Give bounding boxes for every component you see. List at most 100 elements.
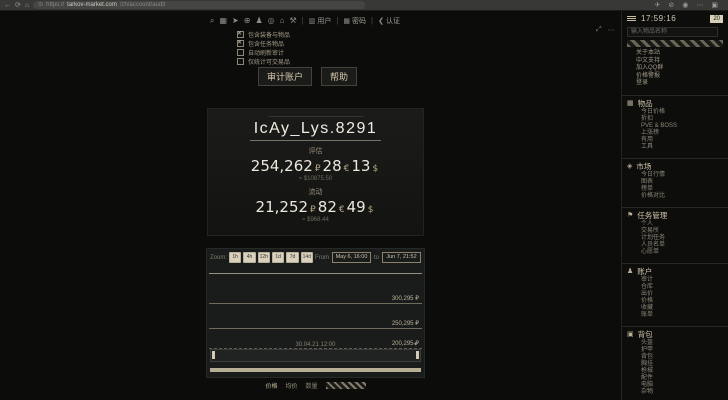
url-bar[interactable]: ⊙ https://tarkov-market.com/zh/account/a…	[33, 1, 365, 9]
back-icon[interactable]: ←	[4, 2, 11, 9]
section-header[interactable]: ⚑ 任务管理	[622, 211, 728, 221]
sidebar-item[interactable]: 头盔	[622, 340, 728, 347]
spark-icon: ✦	[413, 341, 418, 348]
sidebar-item[interactable]: 榜单	[622, 186, 728, 193]
extension-icon[interactable]: ◉	[682, 2, 688, 9]
legend-item-price[interactable]: 价格	[265, 381, 277, 390]
audit-checkbox[interactable]: 仅统计可交易品	[237, 57, 290, 66]
slider-track[interactable]	[210, 368, 421, 372]
legend-item-average[interactable]: 均价	[285, 381, 297, 390]
grid-icon[interactable]: ▦	[219, 16, 227, 26]
notification-badge[interactable]: 20	[710, 15, 723, 23]
sidebar-item[interactable]: 电脑	[622, 382, 728, 389]
extension-icon[interactable]: ✈	[655, 2, 661, 9]
date-range-controls: From May 6, 16:00 to Jun 7, 21:52	[315, 252, 421, 263]
section-header[interactable]: ♟ 账户	[622, 267, 728, 277]
sidebar-item[interactable]: 背包	[622, 354, 728, 361]
expand-icon[interactable]: ⤢	[596, 26, 602, 34]
zoom-preset-button[interactable]: 1h	[229, 252, 241, 263]
sidebar-item[interactable]: 今日行情	[622, 172, 728, 179]
estimate-values: 254,262₽28€13$	[208, 157, 423, 175]
estimate-label: 评估	[208, 146, 423, 156]
audit-checkbox[interactable]: 包含任务物品	[237, 39, 290, 48]
refresh-icon[interactable]: ⟳	[15, 2, 21, 9]
audit-checkbox[interactable]: 自动刷新审计	[237, 48, 290, 57]
window-icon[interactable]: ▣	[711, 2, 718, 9]
sidebar-item[interactable]: 人员名单	[622, 242, 728, 249]
sidebar-item[interactable]: 上涨榜	[622, 130, 728, 137]
zoom-preset-button[interactable]: 12h	[258, 252, 270, 263]
promo-banner[interactable]	[627, 40, 723, 47]
toolbar-chip-auth[interactable]: ❮ 认证	[378, 16, 400, 26]
zoom-preset-button[interactable]: 7d	[286, 252, 298, 263]
sidebar-item[interactable]: 胸挂	[622, 361, 728, 368]
sidebar-item[interactable]: 工具	[622, 144, 728, 151]
to-date-input[interactable]: Jun 7, 21:52	[382, 252, 421, 263]
sidebar-link-login[interactable]: 登录	[622, 80, 728, 88]
slider-handle-right[interactable]	[416, 351, 419, 359]
chart-cursor-date: 30.04.21 12:00	[207, 342, 424, 348]
sidebar-item[interactable]: 出价	[622, 291, 728, 298]
zoom-preset-button[interactable]: 1d	[272, 252, 284, 263]
more-icon[interactable]: ⋯	[608, 26, 615, 34]
legend-item-volume[interactable]: 数量	[306, 381, 318, 390]
home-icon[interactable]: ⌂	[280, 16, 285, 26]
send-icon[interactable]: ➤	[232, 16, 239, 26]
sidebar-item[interactable]: 护甲	[622, 347, 728, 354]
sidebar-item[interactable]: 图表	[622, 179, 728, 186]
zoom-preset-button[interactable]: 14d	[301, 252, 313, 263]
sidebar-item[interactable]: 配件	[622, 375, 728, 382]
slider-handle-left[interactable]	[212, 351, 215, 359]
sidebar-item[interactable]: 价格对比	[622, 193, 728, 200]
search-icon[interactable]: ⌕	[210, 16, 214, 26]
toolbar-chip-password[interactable]: ▦ 密码	[343, 16, 366, 26]
sidebar-item[interactable]: 计划任务	[622, 235, 728, 242]
sidebar-link-support[interactable]: 中文支持	[622, 58, 728, 66]
chess-icon[interactable]: ♟	[255, 16, 262, 26]
checkbox-icon	[237, 31, 244, 38]
extension-icon[interactable]: ⊘	[668, 2, 674, 9]
sidebar-item[interactable]: 今日价格	[622, 109, 728, 116]
sidebar-item[interactable]: 个人	[622, 221, 728, 228]
tools-icon[interactable]: ⚒	[289, 16, 296, 26]
home-icon[interactable]: ⌂	[25, 2, 29, 9]
chart-range-slider[interactable]	[210, 349, 421, 362]
audit-account-button[interactable]: 审计账户	[258, 67, 312, 86]
toolbar-chip-users[interactable]: ▥ 用户	[309, 16, 332, 26]
sidebar-item[interactable]: PVE & BOSS	[622, 123, 728, 130]
sidebar-item[interactable]: 心愿单	[622, 249, 728, 256]
sidebar-link-about[interactable]: 关于本站	[622, 50, 728, 58]
menu-dots-icon[interactable]: ⋯	[696, 2, 703, 9]
browser-chrome: ← ⟳ ⌂ ⊙ https://tarkov-market.com/zh/acc…	[0, 0, 728, 11]
euro-icon: €	[339, 205, 345, 215]
estimate-dollars: 13	[351, 157, 370, 175]
checkbox-label: 包含任务物品	[248, 39, 284, 48]
sidebar-item[interactable]: 交易所	[622, 228, 728, 235]
sidebar-item[interactable]: 枪械	[622, 368, 728, 375]
sidebar-link-group[interactable]: 加入QQ群	[622, 65, 728, 73]
game-time: 17:59:16	[641, 14, 676, 23]
sidebar-item[interactable]: 价格	[622, 298, 728, 305]
estimate-roubles: 254,262	[251, 157, 313, 175]
sidebar-item[interactable]: 折扣	[622, 116, 728, 123]
target-icon[interactable]: ⊕	[244, 16, 251, 26]
sidebar-link-alerts[interactable]: 价格警报	[622, 73, 728, 81]
sidebar-item[interactable]: 收藏	[622, 305, 728, 312]
section-header[interactable]: ◈ 市场	[622, 162, 728, 172]
zoom-preset-button[interactable]: 4h	[243, 252, 255, 263]
sidebar-section-tasks: ⚑ 任务管理 个人 交易所 计划任务 人员名单 心愿单	[622, 207, 728, 256]
section-header[interactable]: ▣ 背包	[622, 330, 728, 340]
sidebar-item[interactable]: 杂物	[622, 389, 728, 396]
audit-checkbox[interactable]: 包含装备与物品	[237, 30, 290, 39]
help-button[interactable]: 帮助	[321, 67, 357, 86]
record-icon[interactable]: ◎	[268, 16, 275, 26]
sidebar-item[interactable]: 账单	[622, 312, 728, 319]
price-chart-panel: Zoom: 1h 4h 12h 1d 7d 14d From May 6, 16…	[206, 248, 425, 378]
section-header[interactable]: ▦ 物品	[622, 99, 728, 109]
item-search-input[interactable]	[627, 27, 718, 37]
sidebar-item[interactable]: 有用	[622, 137, 728, 144]
sidebar-item[interactable]: 仓库	[622, 284, 728, 291]
menu-icon[interactable]	[627, 16, 636, 21]
sidebar-item[interactable]: 审计	[622, 277, 728, 284]
from-date-input[interactable]: May 6, 16:00	[332, 252, 371, 263]
